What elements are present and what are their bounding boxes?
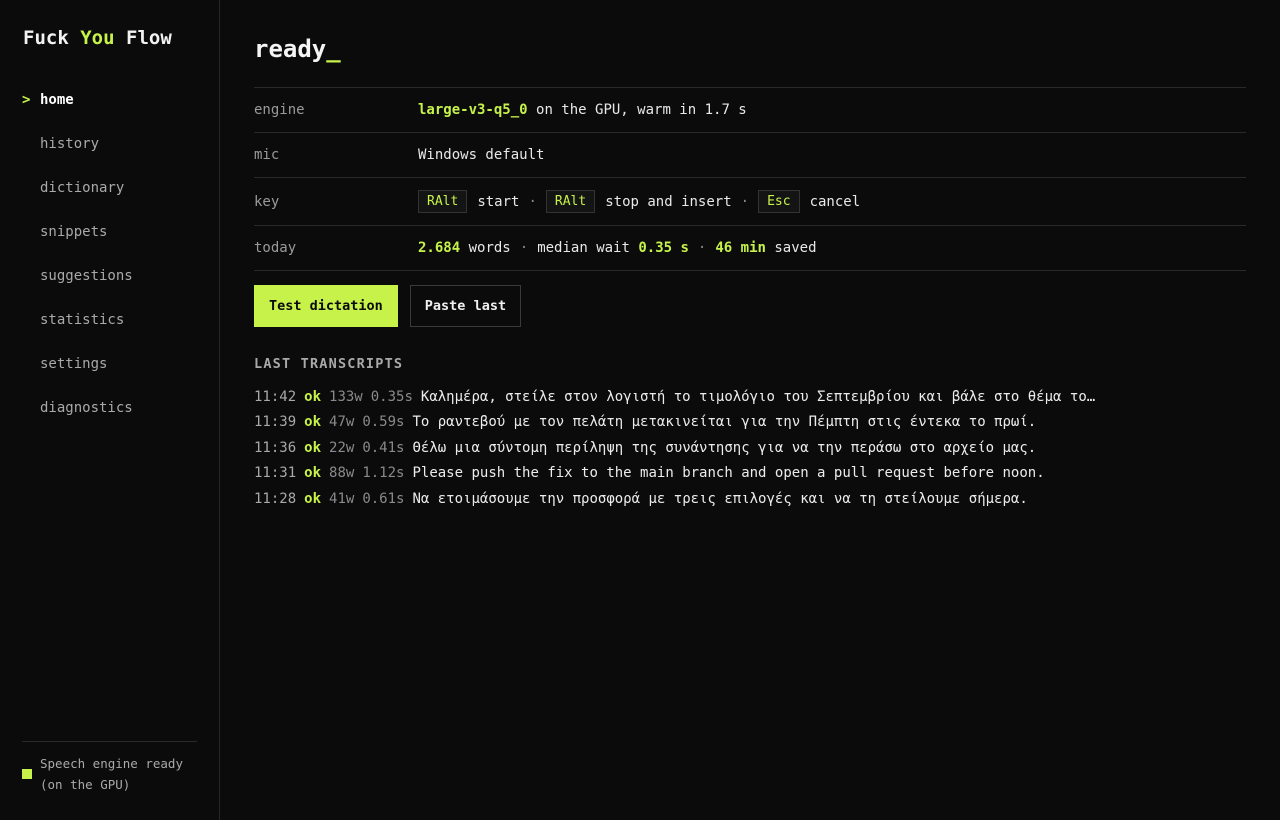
wait-time: 0.61s (362, 490, 405, 507)
transcript-time: 11:42 (254, 388, 297, 405)
word-count: 88w (329, 465, 355, 482)
engine-label: engine (254, 102, 305, 118)
saved-value: 46 min (715, 240, 766, 256)
logo-word-2: You (80, 27, 115, 49)
list-item[interactable]: 11:31 ok 88w 1.12s Please push the fix t… (254, 461, 1114, 487)
sidebar-item-label: suggestions (40, 268, 133, 284)
status-line-2: (on the GPU) (40, 777, 131, 792)
cancel-key-badge: Esc (758, 190, 800, 213)
separator: · (697, 240, 707, 256)
mic-label: mic (254, 147, 280, 163)
sidebar-nav: > home history dictionary snippets sugge… (0, 78, 219, 430)
transcript-text: Το ραντεβού με τον πελάτη μετακινείται γ… (412, 414, 1037, 431)
engine-value: large-v3-q5_0 on the GPU, warm in 1.7 s (418, 102, 747, 118)
list-item[interactable]: 11:42 ok 133w 0.35s Καλημέρα, στείλε στο… (254, 384, 1114, 410)
list-item[interactable]: 11:39 ok 47w 0.59s Το ραντεβού με τον πε… (254, 410, 1114, 436)
word-count: 22w (329, 439, 355, 456)
transcript-time: 11:36 (254, 439, 297, 456)
status-table: engine large-v3-q5_0 on the GPU, warm in… (254, 87, 1246, 271)
sidebar-item-label: settings (40, 356, 108, 372)
status-badge: ok (304, 465, 322, 482)
today-value: 2.684 words · median wait 0.35 s · 46 mi… (418, 240, 817, 256)
logo-word-3: Flow (126, 27, 172, 49)
today-row: today 2.684 words · median wait 0.35 s ·… (254, 226, 1246, 271)
transcript-text: Καλημέρα, στείλε στον λογιστή το τιμολόγ… (420, 388, 1101, 405)
app-logo: Fuck You Flow (23, 27, 172, 49)
wait-time: 0.59s (362, 414, 405, 431)
section-title: LAST TRANSCRIPTS (254, 356, 404, 372)
status-badge: ok (304, 439, 322, 456)
page-title-text: ready (254, 35, 327, 63)
separator: · (528, 193, 537, 210)
sidebar-item-label: diagnostics (40, 400, 133, 416)
sidebar-item-label: dictionary (40, 180, 125, 196)
wait-time: 0.35s (370, 388, 413, 405)
transcript-time: 11:39 (254, 414, 297, 431)
sidebar-item-home[interactable]: > home (0, 78, 219, 122)
mic-row: mic Windows default (254, 133, 1246, 178)
sidebar-item-statistics[interactable]: statistics (0, 298, 219, 342)
test-dictation-button[interactable]: Test dictation (254, 285, 398, 327)
paste-last-button[interactable]: Paste last (409, 285, 522, 327)
page-title: ready_ (254, 35, 341, 63)
sidebar-item-label: statistics (40, 312, 125, 328)
app-window: Fuck You Flow > home history dictionary … (0, 0, 1280, 820)
sidebar-item-settings[interactable]: settings (0, 342, 219, 386)
transcript-text: Θέλω μια σύντομη περίληψη της συνάντησης… (412, 439, 1037, 456)
word-count: 47w (329, 414, 355, 431)
transcript-text: Να ετοιμάσουμε την προσφορά με τρεις επι… (412, 490, 1028, 507)
wait-time: 1.12s (362, 465, 405, 482)
logo-word-1: Fuck (23, 27, 69, 49)
separator: · (740, 193, 750, 210)
status-badge: ok (304, 414, 322, 431)
transcript-list: 11:42 ok 133w 0.35s Καλημέρα, στείλε στο… (254, 384, 1114, 512)
separator: · (519, 240, 529, 256)
action-buttons: Test dictation Paste last (254, 285, 533, 327)
engine-status: Speech engine ready (on the GPU) (22, 741, 197, 795)
today-label: today (254, 240, 297, 256)
status-badge: ok (304, 388, 322, 405)
list-item[interactable]: 11:36 ok 22w 0.41s Θέλω μια σύντομη περί… (254, 435, 1114, 461)
engine-detail: on the GPU, warm in 1.7 s (536, 102, 747, 118)
status-indicator-icon (22, 769, 32, 779)
sidebar-item-snippets[interactable]: snippets (0, 210, 219, 254)
chevron-right-icon: > (22, 92, 31, 108)
sidebar-item-label: history (40, 136, 100, 152)
sidebar-item-diagnostics[interactable]: diagnostics (0, 386, 219, 430)
cursor-icon: _ (326, 35, 341, 63)
sidebar: Fuck You Flow > home history dictionary … (0, 0, 220, 820)
wait-time: 0.41s (362, 439, 405, 456)
cancel-key-text: cancel (809, 193, 861, 210)
sidebar-item-suggestions[interactable]: suggestions (0, 254, 219, 298)
status-badge: ok (304, 490, 322, 507)
key-value: RAlt start · RAlt stop and insert · Esc … (418, 190, 860, 213)
transcript-time: 11:31 (254, 465, 297, 482)
stop-key-text: stop and insert (605, 193, 732, 210)
mic-value: Windows default (418, 147, 545, 163)
sidebar-item-history[interactable]: history (0, 122, 219, 166)
status-line-1: Speech engine ready (40, 756, 183, 771)
words-count: 2.684 (418, 240, 461, 256)
saved-text: saved (774, 240, 817, 256)
sidebar-item-label: home (40, 92, 74, 108)
word-count: 41w (329, 490, 355, 507)
stop-key-badge: RAlt (545, 190, 596, 213)
sidebar-item-label: snippets (40, 224, 108, 240)
wait-value: 0.35 s (638, 240, 689, 256)
word-count: 133w (329, 388, 363, 405)
wait-text: median wait (537, 240, 630, 256)
key-row: key RAlt start · RAlt stop and insert · … (254, 178, 1246, 226)
words-text: words (468, 240, 511, 256)
start-key-text: start (477, 193, 520, 210)
main-content: ready_ engine large-v3-q5_0 on the GPU, … (220, 0, 1280, 820)
list-item[interactable]: 11:28 ok 41w 0.61s Να ετοιμάσουμε την πρ… (254, 486, 1114, 512)
sidebar-item-dictionary[interactable]: dictionary (0, 166, 219, 210)
key-label: key (254, 193, 280, 210)
engine-row: engine large-v3-q5_0 on the GPU, warm in… (254, 88, 1246, 133)
transcript-text: Please push the fix to the main branch a… (412, 465, 1045, 482)
engine-model: large-v3-q5_0 (418, 102, 528, 118)
start-key-badge: RAlt (418, 190, 468, 213)
transcript-time: 11:28 (254, 490, 297, 507)
engine-status-text: Speech engine ready (on the GPU) (40, 753, 183, 795)
